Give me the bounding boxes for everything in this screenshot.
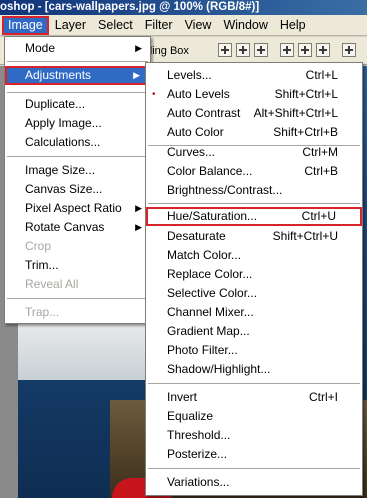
menu-item-selective-color[interactable]: Selective Color... <box>146 284 362 303</box>
menu-view[interactable]: View <box>179 16 218 35</box>
shortcut-label: Ctrl+L <box>305 68 338 82</box>
menu-select[interactable]: Select <box>92 16 139 35</box>
menu-item-trim[interactable]: Trim... <box>5 256 150 275</box>
menu-item-label: Adjustments <box>25 68 92 82</box>
menu-separator <box>7 156 148 157</box>
shortcut-label: Ctrl+U <box>301 209 336 223</box>
menu-item-rotate-canvas[interactable]: Rotate Canvas ▶ <box>5 218 150 237</box>
menu-item-label: Auto Levels <box>167 87 230 101</box>
submenu-arrow-icon: ▶ <box>135 203 142 213</box>
shortcut-label: Ctrl+B <box>304 164 338 178</box>
menu-item-duplicate[interactable]: Duplicate... <box>5 95 150 114</box>
menu-help[interactable]: Help <box>274 16 312 35</box>
submenu-arrow-icon: ▶ <box>135 43 142 53</box>
menu-separator <box>7 92 148 93</box>
menu-separator <box>148 383 360 384</box>
menu-filter[interactable]: Filter <box>139 16 179 35</box>
menu-item-posterize[interactable]: Posterize... <box>146 445 362 464</box>
menu-item-gradient-map[interactable]: Gradient Map... <box>146 322 362 341</box>
menu-item-variations[interactable]: Variations... <box>146 473 362 492</box>
menu-item-reveal-all: Reveal All <box>25 277 79 291</box>
menu-item-label: Color Balance... <box>167 164 253 178</box>
menu-item-label: Hue/Saturation... <box>167 209 258 223</box>
menu-item-auto-contrast[interactable]: Auto Contrast Alt+Shift+Ctrl+L <box>146 104 362 123</box>
align-left-icon[interactable] <box>280 43 294 57</box>
menu-item-replace-color[interactable]: Replace Color... <box>146 265 362 284</box>
align-middle-icon[interactable] <box>236 43 250 57</box>
image-menu-dropdown: Mode ▶ Adjustments ▶ Duplicate... Apply … <box>4 36 151 324</box>
menu-item-invert[interactable]: Invert Ctrl+I <box>146 388 362 407</box>
shortcut-label: Alt+Shift+Ctrl+L <box>253 106 338 120</box>
distribute-icon[interactable] <box>342 43 356 57</box>
align-top-icon[interactable] <box>218 43 232 57</box>
menu-item-crop: Crop <box>25 239 52 253</box>
menu-item-label: Mode <box>25 41 56 55</box>
menu-separator <box>7 298 148 299</box>
shortcut-label: Ctrl+I <box>308 390 338 404</box>
menu-item-apply-image[interactable]: Apply Image... <box>5 114 150 133</box>
menu-item-auto-color[interactable]: Auto Color Shift+Ctrl+B <box>146 123 362 142</box>
adjustments-submenu: Levels... Ctrl+L • Auto Levels Shift+Ctr… <box>145 62 363 496</box>
menu-layer[interactable]: Layer <box>49 16 92 35</box>
menu-item-hue-saturation[interactable]: Hue/Saturation... Ctrl+U <box>146 207 362 226</box>
menu-item-mode[interactable]: Mode ▶ <box>5 39 150 58</box>
menu-item-equalize[interactable]: Equalize <box>146 407 362 426</box>
menu-item-trap: Trap... <box>25 305 60 319</box>
menu-item-canvas-size[interactable]: Canvas Size... <box>5 180 150 199</box>
menu-separator <box>148 203 360 204</box>
menu-separator <box>148 468 360 469</box>
align-right-icon[interactable] <box>316 43 330 57</box>
menu-item-levels[interactable]: Levels... Ctrl+L <box>146 66 362 85</box>
menu-item-label: Brightness/Contrast... <box>167 183 283 197</box>
menu-item-shadow-highlight[interactable]: Shadow/Highlight... <box>146 360 362 379</box>
menu-item-pixel-aspect-ratio[interactable]: Pixel Aspect Ratio ▶ <box>5 199 150 218</box>
menu-item-calculations[interactable]: Calculations... <box>5 133 150 152</box>
submenu-arrow-icon: ▶ <box>135 222 142 232</box>
submenu-arrow-icon: ▶ <box>133 70 140 80</box>
menu-item-label: Auto Color <box>167 125 224 139</box>
bullet-icon: • <box>152 89 156 100</box>
shortcut-label: Shift+Ctrl+U <box>272 229 338 243</box>
shortcut-label: Shift+Ctrl+L <box>274 87 338 101</box>
menu-separator <box>7 61 148 62</box>
menu-item-auto-levels[interactable]: • Auto Levels Shift+Ctrl+L <box>146 85 362 104</box>
menu-item-threshold[interactable]: Threshold... <box>146 426 362 445</box>
align-bottom-icon[interactable] <box>254 43 268 57</box>
menu-window[interactable]: Window <box>217 16 273 35</box>
menu-item-label: Pixel Aspect Ratio <box>25 201 122 215</box>
shortcut-label: Shift+Ctrl+B <box>273 125 338 139</box>
menu-item-desaturate[interactable]: Desaturate Shift+Ctrl+U <box>146 227 362 246</box>
menu-item-label: Auto Contrast <box>167 106 241 120</box>
menu-item-label: Invert <box>167 390 198 404</box>
shortcut-label: Ctrl+M <box>302 145 338 159</box>
menu-image[interactable]: Image <box>2 15 49 35</box>
menu-item-curves[interactable]: Curves... Ctrl+M <box>146 143 362 162</box>
menu-item-color-balance[interactable]: Color Balance... Ctrl+B <box>146 162 362 181</box>
menu-item-match-color[interactable]: Match Color... <box>146 246 362 265</box>
menu-item-channel-mixer[interactable]: Channel Mixer... <box>146 303 362 322</box>
menu-item-label: Rotate Canvas <box>25 220 105 234</box>
window-title-bar: oshop - [cars-wallpapers.jpg @ 100% (RGB… <box>0 0 367 15</box>
align-center-icon[interactable] <box>298 43 312 57</box>
menu-item-adjustments[interactable]: Adjustments ▶ <box>5 66 150 85</box>
menu-bar: Image Layer Select Filter View Window He… <box>0 15 367 36</box>
menu-item-label: Curves... <box>167 145 216 159</box>
menu-item-image-size[interactable]: Image Size... <box>5 161 150 180</box>
window-title: oshop - [cars-wallpapers.jpg @ 100% (RGB… <box>0 1 260 13</box>
menu-item-label: Levels... <box>167 68 212 82</box>
menu-item-label: Desaturate <box>167 229 226 243</box>
menu-item-brightness-contrast[interactable]: Brightness/Contrast... <box>146 181 362 200</box>
menu-item-photo-filter[interactable]: Photo Filter... <box>146 341 362 360</box>
